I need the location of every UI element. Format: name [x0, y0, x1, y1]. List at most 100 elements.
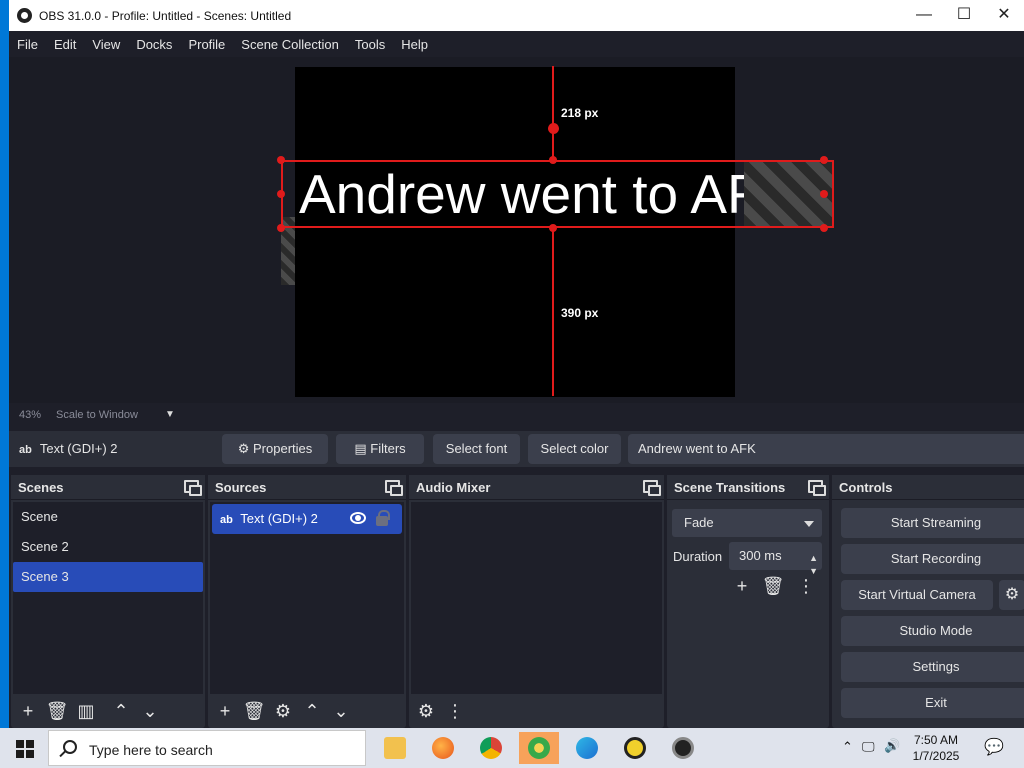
windows-taskbar: Type here to search ⌃ 🖵 🔊 7:50 AM 1/7/20… — [0, 728, 1024, 768]
windows-start-icon[interactable] — [16, 740, 34, 758]
scale-mode-label[interactable]: Scale to Window — [56, 409, 138, 421]
file-explorer-icon[interactable] — [375, 732, 415, 764]
menu-docks[interactable]: Docks — [136, 37, 172, 52]
menu-edit[interactable]: Edit — [54, 37, 76, 52]
undock-icon[interactable] — [643, 480, 661, 496]
start-recording-button[interactable]: Start Recording — [841, 544, 1024, 574]
taskbar-search-box[interactable]: Type here to search — [48, 730, 366, 766]
minimize-button[interactable]: — — [904, 4, 944, 26]
menu-scene-collection[interactable]: Scene Collection — [241, 37, 339, 52]
scenes-toolbar: + 🗑 ▥ ⌃ ⌄ — [11, 694, 205, 728]
preview-canvas[interactable] — [295, 67, 735, 397]
audio-mixer-title: Audio Mixer — [416, 480, 491, 495]
scenes-dock-header: Scenes — [11, 475, 205, 500]
close-button[interactable]: ✕ — [984, 4, 1024, 26]
filters-button[interactable]: ▤ Filters — [336, 434, 424, 464]
visibility-eye-icon[interactable] — [350, 512, 366, 524]
move-source-down-button[interactable]: ⌄ — [328, 698, 354, 724]
menu-profile[interactable]: Profile — [188, 37, 225, 52]
add-source-button[interactable]: + — [212, 698, 238, 724]
resize-handle-bottom-left[interactable] — [277, 224, 285, 232]
move-scene-down-button[interactable]: ⌄ — [137, 698, 163, 724]
transition-type-select[interactable]: Fade — [672, 509, 822, 537]
sources-title: Sources — [215, 480, 267, 495]
scene-item[interactable]: Scene — [13, 502, 203, 532]
menu-view[interactable]: View — [92, 37, 120, 52]
menu-bar: File Edit View Docks Profile Scene Colle… — [9, 31, 1024, 57]
scene-item-selected[interactable]: Scene 3 — [13, 562, 203, 592]
duration-label: Duration — [673, 549, 723, 564]
advanced-audio-properties-icon[interactable]: ⚙ — [413, 698, 439, 724]
transition-more-icon[interactable]: ⋮ — [793, 573, 819, 599]
active-app-icon[interactable] — [519, 732, 559, 764]
audio-mixer-area — [411, 502, 662, 694]
scene-item[interactable]: Scene 2 — [13, 532, 203, 562]
undock-icon[interactable] — [808, 480, 826, 496]
undock-icon[interactable] — [385, 480, 403, 496]
controls-dock-header: Controls — [832, 475, 1024, 500]
properties-button[interactable]: ⚙ Properties — [222, 434, 328, 464]
taskbar-clock[interactable]: 7:50 AM 1/7/2025 — [905, 732, 967, 764]
scenes-title: Scenes — [18, 480, 64, 495]
notifications-icon[interactable]: 💬 — [984, 737, 1004, 757]
resize-handle-bottom-right[interactable] — [820, 224, 828, 232]
move-scene-up-button[interactable]: ⌃ — [108, 698, 134, 724]
remove-transition-button[interactable]: 🗑 — [760, 573, 786, 599]
preview-scale-bar: 43% Scale to Window ▼ — [9, 405, 1024, 425]
obs-window: OBS 31.0.0 - Profile: Untitled - Scenes:… — [9, 0, 1024, 728]
source-item[interactable]: ab Text (GDI+) 2 — [212, 504, 402, 534]
resize-handle-top-left[interactable] — [277, 156, 285, 164]
add-scene-button[interactable]: + — [15, 698, 41, 724]
resize-handle-right[interactable] — [820, 190, 828, 198]
title-bar: OBS 31.0.0 - Profile: Untitled - Scenes:… — [9, 0, 1024, 31]
maximize-button[interactable]: ☐ — [944, 4, 984, 26]
move-source-up-button[interactable]: ⌃ — [299, 698, 325, 724]
exit-button[interactable]: Exit — [841, 688, 1024, 718]
pinned-app-icon[interactable] — [615, 732, 655, 764]
more-options-icon[interactable]: ⋮ — [442, 698, 468, 724]
edge-icon[interactable] — [567, 732, 607, 764]
start-virtual-camera-button[interactable]: Start Virtual Camera — [841, 580, 993, 610]
volume-icon[interactable]: 🔊 — [884, 738, 900, 754]
clock-date: 1/7/2025 — [912, 749, 960, 763]
top-distance-guide — [552, 66, 554, 160]
select-font-button[interactable]: Select font — [433, 434, 520, 464]
studio-mode-button[interactable]: Studio Mode — [841, 616, 1024, 646]
network-icon[interactable]: 🖵 — [862, 739, 875, 755]
obs-logo-icon — [17, 8, 32, 23]
obs-taskbar-icon[interactable] — [663, 732, 703, 764]
menu-file[interactable]: File — [17, 37, 38, 52]
duration-input[interactable]: 300 ms ▲ ▼ — [729, 542, 822, 576]
properties-label: Properties — [253, 441, 313, 456]
audio-mixer-dock-header: Audio Mixer — [409, 475, 664, 500]
firefox-icon[interactable] — [423, 732, 463, 764]
zoom-label: 43% — [19, 409, 42, 421]
settings-button[interactable]: Settings — [841, 652, 1024, 682]
lock-icon[interactable] — [376, 510, 390, 526]
menu-help[interactable]: Help — [401, 37, 428, 52]
scene-filters-button[interactable]: ▥ — [73, 698, 99, 724]
virtual-camera-settings-gear-icon[interactable]: ⚙ — [999, 580, 1024, 610]
start-streaming-button[interactable]: Start Streaming — [841, 508, 1024, 538]
text-value-field[interactable]: Andrew went to AFK — [628, 434, 1024, 464]
select-color-button[interactable]: Select color — [528, 434, 621, 464]
resize-handle-left[interactable] — [277, 190, 285, 198]
menu-tools[interactable]: Tools — [355, 37, 385, 52]
chrome-icon[interactable] — [471, 732, 511, 764]
selection-box[interactable] — [281, 160, 834, 228]
filters-icon: ▤ — [354, 441, 367, 456]
add-transition-button[interactable]: + — [729, 573, 755, 599]
remove-source-button[interactable]: 🗑 — [241, 698, 267, 724]
remove-scene-button[interactable]: 🗑 — [44, 698, 70, 724]
window-title: OBS 31.0.0 - Profile: Untitled - Scenes:… — [39, 9, 292, 23]
scale-mode-dropdown-icon[interactable]: ▼ — [165, 409, 175, 420]
resize-handle-top[interactable] — [549, 156, 557, 164]
tray-chevron-up-icon[interactable]: ⌃ — [842, 739, 853, 755]
resize-handle-top-right[interactable] — [820, 156, 828, 164]
sources-toolbar: + 🗑 ⚙ ⌃ ⌄ — [208, 694, 406, 728]
undock-icon[interactable] — [184, 480, 202, 496]
source-properties-button[interactable]: ⚙ — [270, 698, 296, 724]
resize-handle-bottom[interactable] — [549, 224, 557, 232]
scene-transitions-title: Scene Transitions — [674, 480, 786, 495]
preview-area[interactable]: Andrew went to AFK 218 px 390 px — [9, 57, 1024, 403]
